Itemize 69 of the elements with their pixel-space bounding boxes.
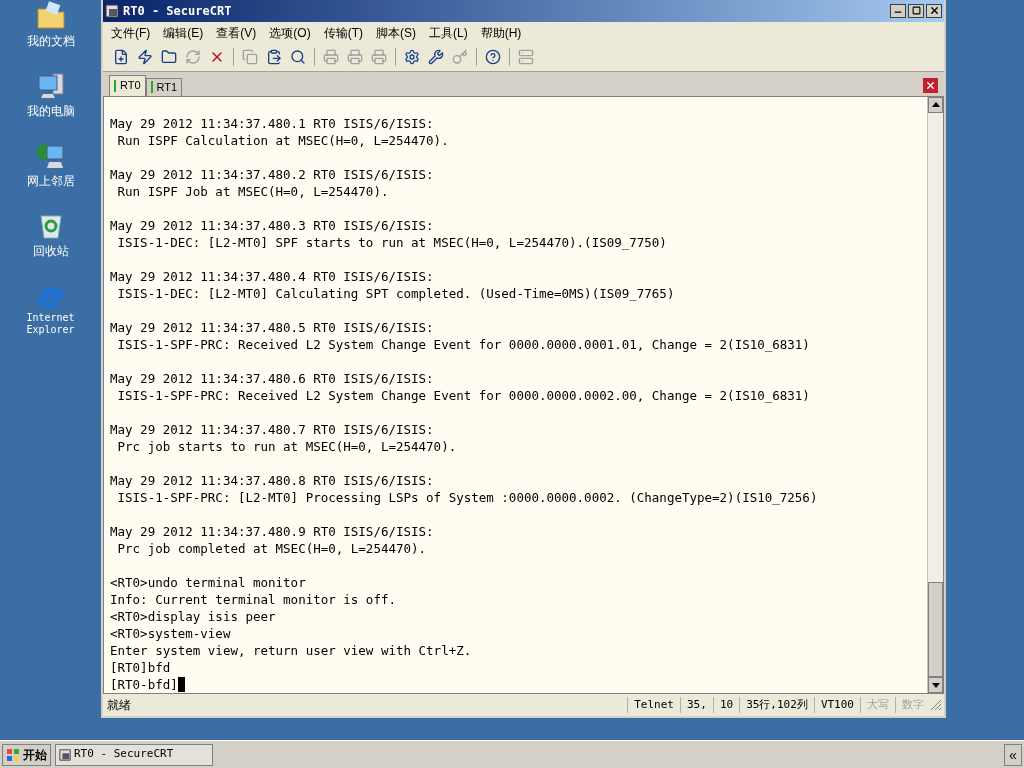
desktop-icon-label[interactable]: 回收站 — [32, 242, 69, 260]
folder-icon — [34, 0, 67, 32]
status-field: 大写 — [860, 696, 895, 714]
status-field: VT100 — [813, 696, 860, 714]
log-header: May 29 2012 11:34:37.480.5 RT0 ISIS/6/ISIS: — [110, 318, 435, 336]
status-field: 35行,102列 — [739, 696, 814, 714]
status-field: 10 — [712, 696, 740, 714]
log-header: May 29 2012 11:34:37.480.3 RT0 ISIS/6/ISIS: — [110, 216, 435, 234]
window-title: RT0 - SecureCRT — [123, 2, 232, 20]
window-icon — [105, 3, 119, 18]
close-icon — [925, 79, 936, 91]
menu-item[interactable]: 帮助(H) — [480, 23, 522, 42]
status-message: 就绪 — [107, 697, 132, 715]
console-line: Info: Current terminal monitor is off. — [110, 590, 396, 608]
up-arrow-icon — [931, 102, 940, 108]
menu-item[interactable]: 脚本(S) — [376, 23, 416, 42]
desktop-icon-label[interactable]: 我的文档 — [26, 32, 75, 50]
log-message: ISIS-1-SPF-PRC: [L2-MT0] Processing LSPs of System :0000.0000.0002. (ChangeType=2)(IS10_7256) — [116, 488, 819, 506]
menu-item[interactable]: 编辑(E) — [163, 23, 204, 42]
status-field: 35, — [680, 696, 713, 714]
scroll-thumb[interactable] — [928, 582, 943, 678]
maximize-icon — [911, 6, 921, 16]
tray-expand-button[interactable]: « — [1004, 743, 1022, 766]
log-message: ISIS-1-SPF-PRC: Received L2 System Change Event for 0000.0000.0001.01, Change = 2(IS10_6831) — [116, 335, 811, 353]
maximize-button[interactable] — [908, 3, 924, 18]
down-arrow-icon — [931, 682, 940, 688]
menu-item[interactable]: 查看(V) — [216, 23, 257, 42]
status-field: Telnet — [627, 696, 680, 714]
log-message: ISIS-1-SPF-PRC: Received L2 System Change Event for 0000.0000.0002.00, Change = 2(IS10_6831) — [116, 386, 811, 404]
log-message: Prc job completed at MSEC(H=0, L=254470). — [116, 539, 428, 557]
log-message: ISIS-1-DEC: [L2-MT0] Calculating SPT completed. (Used-Time=0MS)(IS09_7765) — [116, 284, 676, 302]
console-line: [RT0]bfd — [110, 658, 171, 676]
close-button[interactable] — [926, 3, 942, 18]
close-icon — [928, 5, 940, 17]
console-line: <RT0>system-view — [110, 624, 231, 642]
session-tab[interactable]: RT0 — [109, 74, 146, 96]
log-header: May 29 2012 11:34:37.480.8 RT0 ISIS/6/ISIS: — [110, 471, 435, 489]
console-line: <RT0>display isis peer — [110, 607, 276, 625]
log-message: Run ISPF Calculation at MSEC(H=0, L=254470). — [116, 131, 450, 149]
window-icon — [59, 748, 71, 761]
log-header: May 29 2012 11:34:37.480.9 RT0 ISIS/6/ISIS: — [110, 522, 435, 540]
log-header: May 29 2012 11:34:37.480.1 RT0 ISIS/6/ISIS: — [110, 114, 435, 132]
windows-logo-icon — [6, 747, 20, 762]
log-message: Prc job starts to run at MSEC(H=0, L=254470). — [116, 437, 458, 455]
menu-item[interactable]: 传输(T) — [323, 23, 363, 42]
console-line: <RT0>undo terminal monitor — [110, 573, 306, 591]
desktop-icon-label[interactable]: 我的电脑 — [26, 102, 75, 120]
menu-item[interactable]: 文件(F) — [111, 23, 151, 42]
close-tab-button[interactable] — [923, 77, 938, 93]
status-field: 数字 — [895, 696, 930, 714]
scrollbar[interactable] — [927, 96, 943, 694]
log-header: May 29 2012 11:34:37.480.7 RT0 ISIS/6/ISIS: — [110, 420, 435, 438]
start-button[interactable]: 开始 — [2, 743, 51, 766]
taskbar-button[interactable]: RT0 - SecureCRT — [55, 743, 213, 766]
resize-grip-icon[interactable] — [930, 699, 942, 712]
console-line: [RT0-bfd] — [110, 675, 178, 693]
cursor-icon — [177, 676, 185, 692]
menu-item[interactable]: 选项(O) — [269, 23, 311, 42]
console-line: Enter system view, return user view with Ctrl+Z. — [110, 641, 472, 659]
minimize-button[interactable] — [890, 3, 906, 18]
log-message: ISIS-1-DEC: [L2-MT0] SPF starts to run at MSEC(H=0, L=254470).(IS09_7750) — [116, 233, 668, 251]
desktop-icon-label[interactable]: 网上邻居 — [26, 172, 75, 190]
menu-item[interactable]: 工具(L) — [429, 23, 468, 42]
log-header: May 29 2012 11:34:37.480.4 RT0 ISIS/6/ISIS: — [110, 267, 435, 285]
log-message: Run ISPF Job at MSEC(H=0, L=254470). — [116, 182, 390, 200]
desktop-icon-label[interactable]: Internet Explorer — [20, 312, 81, 336]
log-header: May 29 2012 11:34:37.480.6 RT0 ISIS/6/ISIS: — [110, 369, 435, 387]
log-header: May 29 2012 11:34:37.480.2 RT0 ISIS/6/ISIS: — [110, 165, 435, 183]
session-tab[interactable]: RT1 — [145, 77, 183, 96]
